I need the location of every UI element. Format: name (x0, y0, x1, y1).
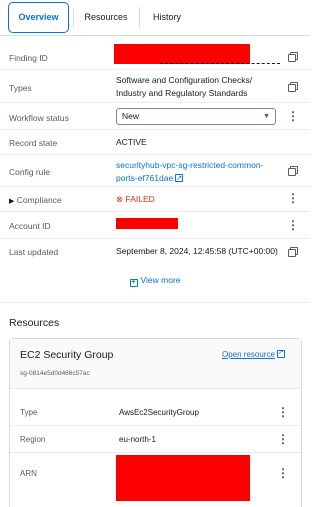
detail-tabs: Overview Resources History (0, 0, 310, 36)
more-actions-icon[interactable]: ⋮ (277, 432, 289, 446)
more-actions-icon[interactable]: ⋮ (277, 466, 289, 480)
config-rule-link-line1[interactable]: securityhub-vpc-sg-restricted-common- (116, 159, 263, 172)
copy-icon[interactable] (287, 166, 298, 176)
workflow-status-select[interactable]: New ▼ (116, 108, 276, 125)
more-actions-icon[interactable]: ⋮ (287, 192, 299, 204)
tab-history[interactable]: History (142, 0, 192, 36)
record-state-value: ACTIVE (116, 137, 147, 147)
more-actions-icon[interactable]: ⋮ (277, 405, 289, 419)
tab-divider (73, 7, 74, 27)
compliance-row: ▶ Compliance ⊗ FAILED ⋮ (0, 187, 310, 212)
error-icon: ⊗ (116, 194, 124, 204)
account-id-redacted-value (116, 218, 178, 229)
record-state-row: Record state ACTIVE (0, 130, 310, 155)
config-rule-row: Config rule securityhub-vpc-sg-restricte… (0, 155, 310, 187)
external-link-icon (276, 348, 285, 358)
finding-id-row: Finding ID (0, 40, 310, 70)
tab-divider (139, 7, 140, 27)
config-rule-label: Config rule (9, 167, 51, 177)
tab-resources[interactable]: Resources (76, 0, 136, 36)
resource-arn-row: ARN ⋮ (10, 453, 301, 507)
types-row: Types Software and Configuration Checks/… (0, 70, 310, 103)
resource-region-row: Region eu-north-1 ⋮ (10, 426, 301, 453)
copy-icon[interactable] (287, 52, 298, 62)
copy-icon[interactable] (287, 247, 298, 257)
resource-type-label: Type (20, 408, 38, 417)
more-actions-icon[interactable]: ⋮ (287, 219, 299, 231)
types-label: Types (9, 83, 32, 93)
resource-arn-redacted-value (116, 455, 250, 501)
workflow-status-value: New (122, 111, 140, 121)
resource-card-title: EC2 Security Group (20, 349, 114, 361)
compliance-label: Compliance (16, 195, 62, 205)
account-id-row: Account ID ⋮ (0, 212, 310, 239)
record-state-label: Record state (9, 138, 58, 148)
last-updated-label: Last updated (9, 247, 59, 257)
more-actions-icon[interactable]: ⋮ (287, 110, 299, 122)
caret-down-icon: ▼ (263, 113, 270, 120)
copy-icon[interactable] (287, 82, 298, 92)
compliance-toggle[interactable]: ▶ Compliance (9, 195, 62, 205)
underline-divider (160, 63, 280, 64)
resource-card: EC2 Security Group sg-0814e5d0d466c57ac … (9, 338, 302, 507)
caret-right-icon: ▶ (9, 198, 15, 205)
types-value-line1: Software and Configuration Checks/ (116, 75, 253, 85)
resources-heading: Resources (9, 317, 60, 329)
resource-arn-label: ARN (20, 469, 37, 478)
open-resource-link[interactable]: Open resource (222, 348, 285, 359)
resource-card-header: EC2 Security Group sg-0814e5d0d466c57ac … (10, 339, 301, 389)
resource-region-value: eu-north-1 (119, 435, 156, 444)
resource-type-row: Type AwsEc2SecurityGroup ⋮ (10, 399, 301, 426)
section-divider (0, 302, 310, 303)
view-more-link[interactable]: + View more (0, 275, 310, 287)
expand-icon: + (129, 279, 138, 287)
types-value-line2: Industry and Regulatory Standards (116, 88, 248, 98)
tab-overview[interactable]: Overview (8, 2, 69, 33)
resource-type-value: AwsEc2SecurityGroup (119, 408, 199, 417)
external-link-icon (175, 172, 184, 185)
compliance-status: ⊗ FAILED (116, 194, 155, 204)
last-updated-row: Last updated September 8, 2024, 12:45:58… (0, 239, 310, 264)
config-rule-link-line2[interactable]: ports-ef761dae (116, 172, 184, 185)
resource-region-label: Region (20, 435, 46, 444)
finding-id-label: Finding ID (9, 53, 48, 63)
last-updated-value: September 8, 2024, 12:45:58 (UTC+00:00) (116, 246, 278, 256)
workflow-status-label: Workflow status (9, 113, 69, 123)
finding-id-redacted-value (114, 44, 250, 64)
account-id-label: Account ID (9, 221, 51, 231)
resource-id: sg-0814e5d0d466c57ac (20, 370, 90, 377)
